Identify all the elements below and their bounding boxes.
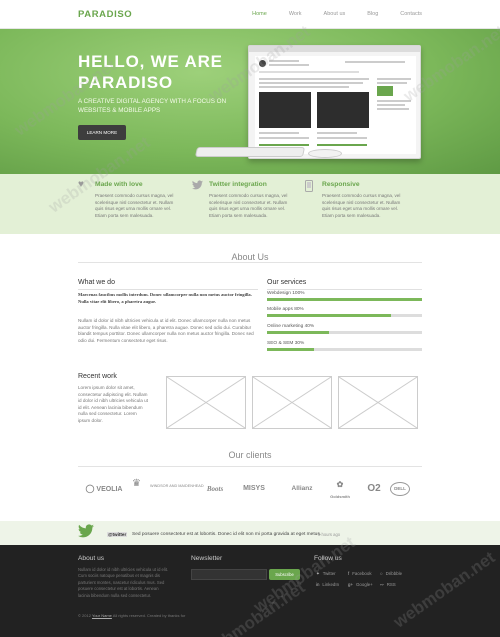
feature-title: Twitter integration	[209, 181, 267, 188]
nav-about[interactable]: About us	[324, 11, 346, 17]
hero-banner: HELLO, WE ARE PARADISO A CREATIVE DIGITAL…	[0, 29, 500, 174]
skill-track	[267, 348, 422, 351]
footer-about-heading: About us	[78, 555, 105, 562]
client-logo-allianz: Allianz	[291, 485, 313, 492]
twitter-icon: ✦	[316, 571, 320, 576]
what-we-do-lead: Maecenas faucibus mollis interdum. Donec…	[78, 292, 252, 304]
feature-title: Responsive	[322, 181, 360, 188]
work-thumbnail-2[interactable]	[252, 376, 332, 429]
heart-icon: ♥	[78, 179, 84, 190]
website-preview-image	[255, 56, 416, 154]
monitor-bar	[249, 46, 420, 52]
newsletter-email-input[interactable]	[191, 569, 267, 580]
social-link-dribbble[interactable]: ○ Dribbble	[380, 571, 402, 576]
client-logo-misys: MISYS	[243, 485, 265, 492]
subscribe-button[interactable]: Subscribe	[269, 569, 300, 580]
skill-track	[267, 331, 422, 334]
recent-work-text: Lorem ipsum dolor sit amet, consectetur …	[78, 385, 148, 423]
clients-title: Our clients	[228, 450, 272, 460]
rss-icon: ∾	[380, 582, 384, 587]
facebook-icon: f	[348, 571, 350, 576]
copyright-owner-link[interactable]: Your Name	[92, 613, 112, 618]
footer-newsletter-heading: Newsletter	[191, 555, 223, 562]
social-link-twitter[interactable]: ✦ Twitter	[316, 571, 336, 577]
divider	[78, 466, 422, 467]
mouse-image	[308, 149, 342, 158]
feature-title: Made with love	[95, 181, 143, 188]
linkedin-icon: in	[316, 582, 320, 587]
tweet-handle-link[interactable]: @twitter	[107, 532, 128, 537]
social-link-googleplus[interactable]: g+ Google+	[348, 582, 373, 587]
site-logo[interactable]: PARADISO	[78, 9, 132, 20]
feature-text: Praesent commodo cursus magna, vel scele…	[209, 193, 288, 218]
skill-track	[267, 314, 422, 317]
google-plus-icon: g+	[348, 582, 354, 587]
our-services-heading: Our services	[267, 279, 307, 286]
skill-bar: Online marketing 40%	[267, 324, 422, 334]
social-link-rss[interactable]: ∾ RSS	[380, 582, 396, 588]
client-logo-dell: DELL	[390, 482, 410, 496]
learn-more-button[interactable]: LEARN MORE	[78, 125, 126, 140]
footer-about-text: Nullam id dolor id nibh ultricies vehicu…	[78, 567, 169, 598]
skill-fill	[267, 348, 314, 351]
skill-label: Online marketing 40%	[267, 324, 315, 329]
client-logo-boots: Boots	[206, 485, 224, 493]
skill-fill	[267, 314, 391, 317]
hero-subtitle: A CREATIVE DIGITAL AGENCY WITH A FOCUS O…	[78, 98, 227, 114]
skill-fill	[267, 331, 329, 334]
tweet-text: Sed posuere consectetur est at lobortis.…	[132, 532, 322, 537]
twitter-bird-icon	[192, 180, 203, 190]
divider	[78, 262, 422, 263]
skill-track	[267, 298, 422, 301]
feature-text: Praesent commodo cursus magna, vel scele…	[95, 193, 174, 218]
main-nav: Home Work About us Blog Contacts	[230, 11, 422, 17]
site-header: PARADISO Home Work About us Blog Contact…	[0, 0, 500, 29]
divider	[267, 289, 422, 290]
site-footer: About us Nullam id dolor id nibh ultrici…	[0, 545, 500, 637]
client-logo-goldsmith: ✿ Goldsmith	[330, 480, 350, 500]
tweet-time: 8 hours ago	[318, 532, 341, 537]
skill-label: Mobile apps 80%	[267, 307, 304, 312]
footer-follow-heading: Follow us	[314, 555, 342, 562]
copyright-text: © 2012 Your Name All rights reserved. Cr…	[78, 613, 186, 618]
work-thumbnail-1[interactable]	[166, 376, 246, 429]
skill-label: SEO & SEM 30%	[267, 341, 305, 346]
feature-text: Praesent commodo cursus magna, vel scele…	[322, 193, 401, 218]
skill-bar: Mobile apps 80%	[267, 307, 422, 317]
monitor-mockup-image	[248, 45, 421, 159]
skill-bar: Webdesign 100%	[267, 291, 422, 301]
skill-fill	[267, 298, 422, 301]
nav-work[interactable]: Work	[289, 11, 302, 17]
nav-contacts[interactable]: Contacts	[400, 11, 422, 17]
dribbble-icon: ○	[380, 571, 383, 576]
client-logo-veolia: ◯ VEOLIA	[85, 484, 123, 493]
nav-blog[interactable]: Blog	[367, 11, 378, 17]
hero-title: HELLO, WE ARE PARADISO	[78, 52, 223, 92]
what-we-do-heading: What we do	[78, 279, 115, 286]
keyboard-image	[194, 147, 306, 157]
about-title: About Us	[0, 252, 500, 262]
skill-label: Webdesign 100%	[267, 291, 305, 296]
twitter-bird-icon	[78, 524, 94, 538]
social-link-facebook[interactable]: f Facebook	[348, 571, 372, 576]
client-logo-o2: O2	[367, 483, 381, 494]
skill-bar: SEO & SEM 30%	[267, 341, 422, 351]
recent-work-heading: Recent work	[78, 373, 117, 380]
social-link-linkedin[interactable]: in LinkedIn	[316, 582, 339, 587]
divider	[78, 289, 258, 290]
features-band: ♥ Made with love Praesent commodo cursus…	[0, 174, 500, 234]
latest-tweet-bar: @twitter Sed posuere consectetur est at …	[0, 521, 500, 545]
what-we-do-body: Nullam id dolor id nibh ultricies vehicu…	[78, 318, 254, 343]
nav-home[interactable]: Home	[252, 11, 267, 17]
work-thumbnail-3[interactable]	[338, 376, 418, 429]
mobile-phone-icon	[305, 180, 315, 192]
